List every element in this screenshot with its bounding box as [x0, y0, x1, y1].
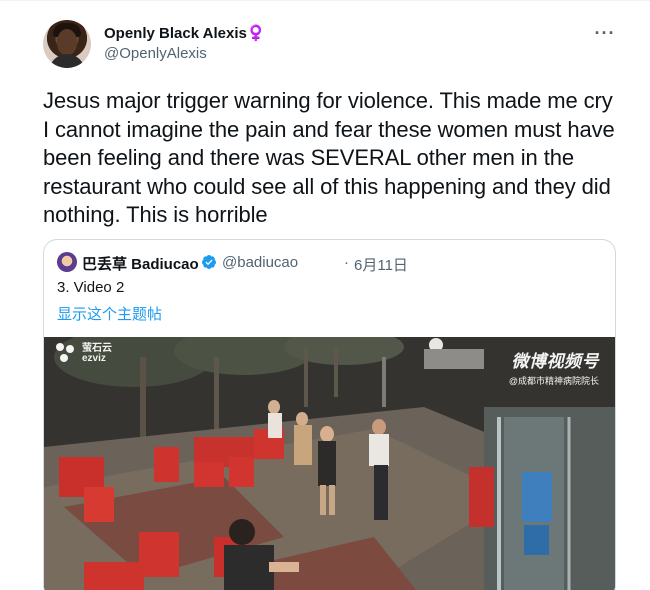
- avatar[interactable]: [43, 20, 91, 68]
- tweet-text: Jesus major trigger warning for violence…: [43, 88, 615, 227]
- separator: ·: [344, 254, 349, 271]
- more-button[interactable]: ···: [590, 22, 620, 44]
- quoted-timestamp[interactable]: 6月11日: [354, 254, 408, 275]
- more-dots-icon: ···: [594, 23, 616, 43]
- quoted-text: 3. Video 2: [57, 279, 125, 296]
- verified-badge-icon: [201, 255, 216, 269]
- display-name[interactable]: Openly Black Alexis♀️: [104, 24, 266, 42]
- tweet: Openly Black Alexis♀️ @OpenlyAlexis ··· …: [0, 0, 650, 590]
- divider: [0, 0, 650, 1]
- watermark-right-text: 微博视频号: [511, 352, 599, 371]
- quoted-user-handle[interactable]: @badiucao: [222, 254, 298, 271]
- show-thread-link[interactable]: 显示这个主题帖: [57, 303, 162, 324]
- video-watermark-left: 萤石云 ezviz: [56, 343, 112, 365]
- video-watermark-right: 微博视频号 @成都市精神病院院长: [509, 347, 599, 387]
- watermark-right-sub: @成都市精神病院院长: [508, 376, 599, 386]
- ezviz-logo-icon: [56, 343, 78, 365]
- video-player[interactable]: 萤石云 ezviz 微博视频号 @成都市精神病院院长: [44, 337, 615, 590]
- quoted-tweet[interactable]: 巴丢草 Badiucao @badiucao · 6月11日 3. Video …: [43, 239, 616, 590]
- quoted-avatar[interactable]: [57, 252, 77, 272]
- watermark-left-sub: ezviz: [82, 353, 106, 364]
- quoted-display-name[interactable]: 巴丢草 Badiucao: [82, 253, 199, 274]
- user-handle[interactable]: @OpenlyAlexis: [104, 45, 207, 62]
